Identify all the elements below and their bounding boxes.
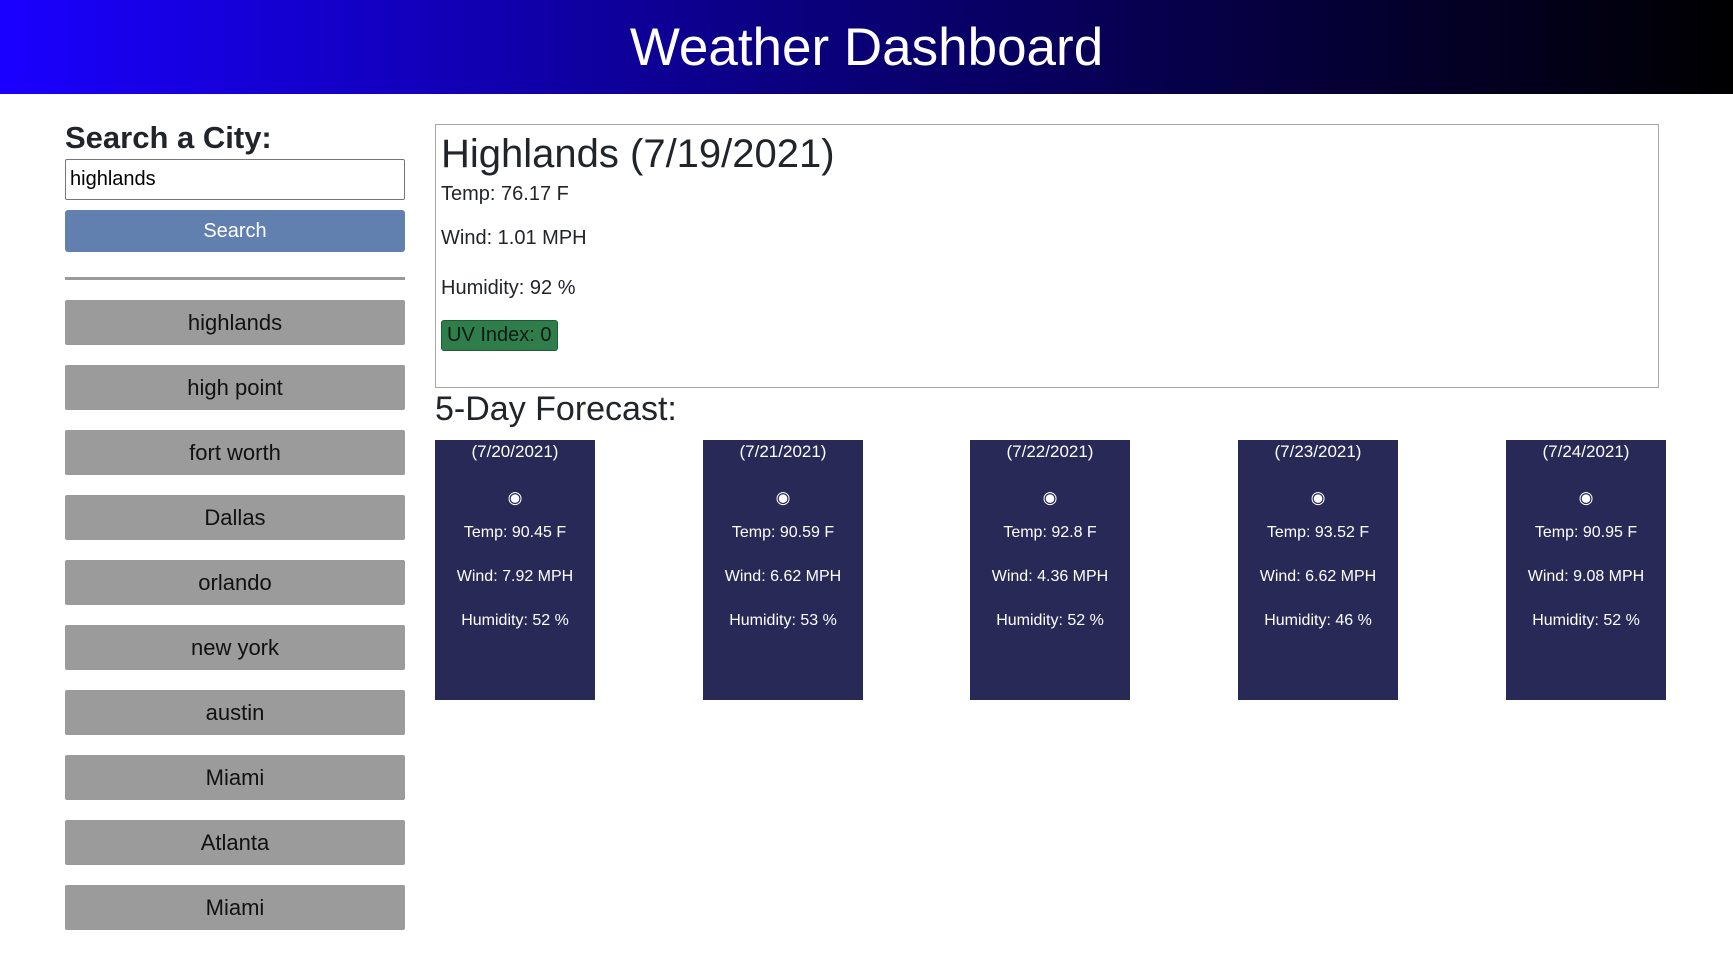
search-button[interactable]: Search bbox=[65, 210, 405, 252]
forecast-temp: Temp: 90.95 F bbox=[1534, 524, 1638, 541]
forecast-date: (7/20/2021) bbox=[471, 442, 559, 461]
forecast-wind: Wind: 9.08 MPH bbox=[1527, 568, 1645, 585]
search-sidebar: Search a City: Search highlands high poi… bbox=[65, 118, 405, 950]
forecast-wind: Wind: 7.92 MPH bbox=[456, 568, 574, 585]
history-city-button[interactable]: orlando bbox=[65, 560, 405, 605]
current-humidity: Humidity: 92 % bbox=[441, 277, 576, 299]
forecast-wind: Wind: 6.62 MPH bbox=[1259, 568, 1377, 585]
forecast-title: 5-Day Forecast: bbox=[435, 390, 677, 428]
sun-icon: ◉ bbox=[1042, 488, 1058, 507]
current-city-title: Highlands (7/19/2021) bbox=[441, 132, 835, 176]
search-heading: Search a City: bbox=[65, 120, 272, 155]
forecast-temp: Temp: 93.52 F bbox=[1266, 524, 1370, 541]
current-weather-panel: Highlands (7/19/2021) Temp: 76.17 F Wind… bbox=[435, 124, 1659, 388]
history-city-button[interactable]: Atlanta bbox=[65, 820, 405, 865]
history-city-button[interactable]: austin bbox=[65, 690, 405, 735]
sun-icon: ◉ bbox=[775, 488, 791, 507]
forecast-humidity: Humidity: 53 % bbox=[729, 612, 837, 629]
uv-index-badge: UV Index: 0 bbox=[441, 320, 558, 351]
history-city-button[interactable]: high point bbox=[65, 365, 405, 410]
city-search-input[interactable] bbox=[65, 159, 405, 200]
page-title: Weather Dashboard bbox=[629, 17, 1104, 77]
sun-icon: ◉ bbox=[1578, 488, 1594, 507]
forecast-humidity: Humidity: 52 % bbox=[1532, 612, 1640, 629]
history-city-button[interactable]: Miami bbox=[65, 885, 405, 930]
current-wind: Wind: 1.01 MPH bbox=[441, 227, 587, 249]
forecast-humidity: Humidity: 52 % bbox=[461, 612, 569, 629]
forecast-card: (7/22/2021) ◉ Temp: 92.8 F Wind: 4.36 MP… bbox=[970, 440, 1130, 700]
forecast-card: (7/20/2021) ◉ Temp: 90.45 F Wind: 7.92 M… bbox=[435, 440, 595, 700]
forecast-temp: Temp: 90.59 F bbox=[731, 524, 835, 541]
sidebar-divider bbox=[65, 277, 405, 280]
history-city-button[interactable]: fort worth bbox=[65, 430, 405, 475]
forecast-humidity: Humidity: 52 % bbox=[996, 612, 1104, 629]
forecast-date: (7/24/2021) bbox=[1542, 442, 1630, 461]
app-header: Weather Dashboard bbox=[0, 0, 1733, 94]
sun-icon: ◉ bbox=[507, 488, 523, 507]
history-city-button[interactable]: Miami bbox=[65, 755, 405, 800]
forecast-date: (7/22/2021) bbox=[1006, 442, 1094, 461]
forecast-temp: Temp: 92.8 F bbox=[1003, 524, 1097, 541]
forecast-row: (7/20/2021) ◉ Temp: 90.45 F Wind: 7.92 M… bbox=[435, 440, 1666, 700]
current-temp: Temp: 76.17 F bbox=[441, 183, 569, 205]
forecast-card: (7/24/2021) ◉ Temp: 90.95 F Wind: 9.08 M… bbox=[1506, 440, 1666, 700]
forecast-wind: Wind: 6.62 MPH bbox=[724, 568, 842, 585]
forecast-card: (7/23/2021) ◉ Temp: 93.52 F Wind: 6.62 M… bbox=[1238, 440, 1398, 700]
forecast-temp: Temp: 90.45 F bbox=[463, 524, 567, 541]
forecast-date: (7/21/2021) bbox=[739, 442, 827, 461]
history-city-button[interactable]: highlands bbox=[65, 300, 405, 345]
history-city-button[interactable]: new york bbox=[65, 625, 405, 670]
forecast-card: (7/21/2021) ◉ Temp: 90.59 F Wind: 6.62 M… bbox=[703, 440, 863, 700]
forecast-date: (7/23/2021) bbox=[1274, 442, 1362, 461]
history-city-button[interactable]: Dallas bbox=[65, 495, 405, 540]
sun-icon: ◉ bbox=[1310, 488, 1326, 507]
forecast-wind: Wind: 4.36 MPH bbox=[991, 568, 1109, 585]
search-history-list: highlands high point fort worth Dallas o… bbox=[65, 300, 405, 930]
forecast-humidity: Humidity: 46 % bbox=[1264, 612, 1372, 629]
